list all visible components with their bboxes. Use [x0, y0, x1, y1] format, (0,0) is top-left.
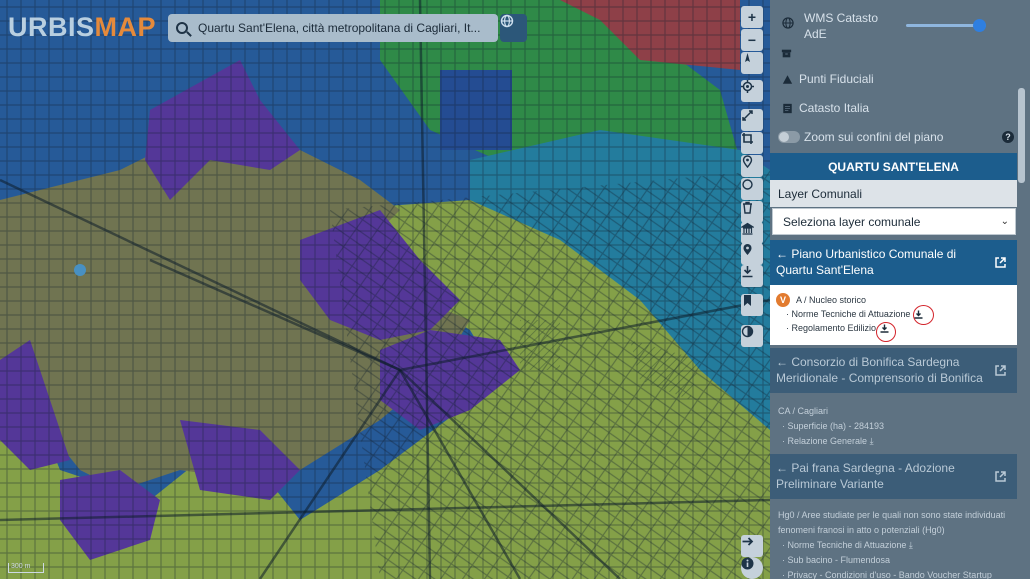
info-icon: [741, 557, 754, 570]
plan-detail-consorzio: CA / Cagliari · Superficie (ha) - 284193…: [770, 398, 1017, 455]
plan-detail-pai-frana: Hg0 / Aree studiate per le quali non son…: [770, 502, 1017, 579]
doc-privacy[interactable]: · Privacy - Condizioni d'uso - Bando Vou…: [778, 568, 1009, 579]
compass-button[interactable]: [741, 52, 763, 74]
map-pin-outline-icon: [742, 155, 753, 168]
plan-header-pai-frana[interactable]: ← Pai frana Sardegna - Adozione Prelimin…: [770, 454, 1017, 499]
measure-line-icon: [742, 110, 753, 121]
wms-catasto-label: WMS Catasto AdE: [804, 11, 879, 41]
doc-label: · Norme Tecniche di Attuazione: [782, 540, 907, 550]
marker-button[interactable]: [741, 243, 763, 265]
contrast-button[interactable]: [741, 325, 763, 347]
doc-label: · Regolamento Edilizio: [786, 323, 877, 333]
zone-label: A / Nucleo storico: [796, 295, 867, 305]
layer-select-value: Seleziona layer comunale: [783, 214, 921, 229]
globe-button[interactable]: [500, 14, 527, 42]
doc-superficie: · Superficie (ha) - 284193: [782, 421, 885, 431]
plan-title: ← Pai frana Sardegna - Adozione Prelimin…: [776, 461, 955, 491]
search-icon: [176, 22, 188, 34]
external-link-icon[interactable]: [994, 364, 1007, 377]
arrow-right-icon: [742, 537, 754, 546]
info-button[interactable]: [741, 557, 763, 579]
plan-title: ← Consorzio di Bonifica Sardegna Meridio…: [776, 355, 983, 385]
collapse-panel-button[interactable]: [741, 535, 763, 557]
opacity-slider-handle[interactable]: [973, 19, 986, 32]
highlight-circle: [876, 322, 896, 342]
triangle-icon: [782, 74, 793, 84]
trash-icon: [743, 201, 752, 214]
circle-icon: [742, 179, 753, 190]
crosshair-icon: [741, 80, 754, 93]
help-icon[interactable]: ?: [1002, 131, 1014, 143]
wms-catasto-row[interactable]: WMS Catasto AdE: [782, 10, 902, 42]
doc-norme-tecniche[interactable]: · Norme Tecniche di Attuazione: [786, 309, 1011, 319]
search-input[interactable]: [198, 21, 488, 35]
zoom-out-button[interactable]: −: [741, 29, 763, 51]
compass-icon: [745, 53, 750, 62]
catasto-italia-label: Catasto Italia: [799, 101, 870, 115]
punti-fiduciali-row[interactable]: Punti Fiduciali: [782, 70, 1030, 88]
layer-comunale-select[interactable]: Seleziona layer comunale ⌄: [772, 208, 1016, 235]
municipality-title: QUARTU SANT'ELENA: [770, 153, 1017, 180]
external-link-icon[interactable]: [994, 256, 1007, 269]
zoom-confini-row[interactable]: Zoom sui confini del piano ?: [778, 128, 1014, 146]
download-icon[interactable]: ⤓: [870, 436, 874, 446]
bookmark-icon: [744, 295, 751, 306]
doc-label: · Norme Tecniche di Attuazione: [786, 309, 911, 319]
zoom-confini-toggle[interactable]: [778, 131, 800, 143]
bookmark-button[interactable]: [741, 294, 763, 316]
delete-button[interactable]: [741, 201, 763, 223]
map-pin-icon: [743, 244, 752, 255]
locate-button[interactable]: [741, 80, 763, 102]
catasto-italia-row[interactable]: Catasto Italia: [782, 99, 1030, 117]
logo-map: MAP: [94, 12, 157, 42]
punti-fiduciali-label: Punti Fiduciali: [799, 72, 874, 86]
building-button[interactable]: [741, 222, 763, 244]
crop-area-icon: [742, 133, 753, 144]
plan-header-puc[interactable]: ← Piano Urbanistico Comunale di Quartu S…: [770, 240, 1017, 285]
zone-row: V A / Nucleo storico: [776, 293, 1011, 307]
doc-sub-bacino: · Sub bacino - Flumendosa: [782, 555, 891, 565]
highlight-circle: [913, 305, 934, 325]
urbismap-logo: URBISMAP: [8, 12, 156, 43]
doc-norme-tecniche[interactable]: · Norme Tecniche di Attuazione ⤓: [778, 538, 1009, 553]
download-button[interactable]: [741, 265, 763, 287]
layer-comunali-label: Layer Comunali: [770, 180, 1017, 207]
zoom-in-button[interactable]: +: [741, 6, 763, 28]
contrast-icon: [741, 325, 754, 338]
doc-relazione-generale[interactable]: · Relazione Generale ⤓: [778, 434, 1009, 449]
download-icon: [742, 266, 753, 278]
sidebar-scrollbar[interactable]: [1018, 88, 1025, 183]
measure-line-button[interactable]: [741, 109, 763, 131]
logo-urbis: URBIS: [8, 12, 95, 42]
zone-badge: V: [776, 293, 790, 307]
globe-icon: [500, 14, 514, 28]
zoning-map: [0, 0, 770, 579]
doc-label: · Relazione Generale: [782, 436, 868, 446]
measure-area-button[interactable]: [741, 132, 763, 154]
external-link-icon[interactable]: [994, 470, 1007, 483]
map-canvas[interactable]: URBISMAP + −: [0, 0, 770, 579]
zone-label: CA / Cagliari: [778, 406, 829, 416]
plan-header-consorzio[interactable]: ← Consorzio di Bonifica Sardegna Meridio…: [770, 348, 1017, 393]
scale-bar: 300 m: [8, 563, 44, 573]
zone-label: Hg0 / Aree studiate per le quali non son…: [778, 510, 1006, 535]
plan-title: ← Piano Urbanistico Comunale di Quartu S…: [776, 247, 957, 277]
map-book-icon: [783, 103, 792, 113]
draw-circle-button[interactable]: [741, 178, 763, 200]
building-icon: [741, 222, 754, 235]
download-icon[interactable]: ⤓: [909, 540, 913, 550]
doc-regolamento-edilizio[interactable]: · Regolamento Edilizio: [786, 323, 1011, 333]
chevron-down-icon: ⌄: [1000, 216, 1009, 227]
zoom-confini-label: Zoom sui confini del piano: [804, 130, 944, 144]
search-bar[interactable]: [168, 14, 498, 42]
archive-icon: [781, 49, 792, 58]
globe-icon: [782, 17, 794, 29]
add-marker-button[interactable]: [741, 155, 763, 177]
